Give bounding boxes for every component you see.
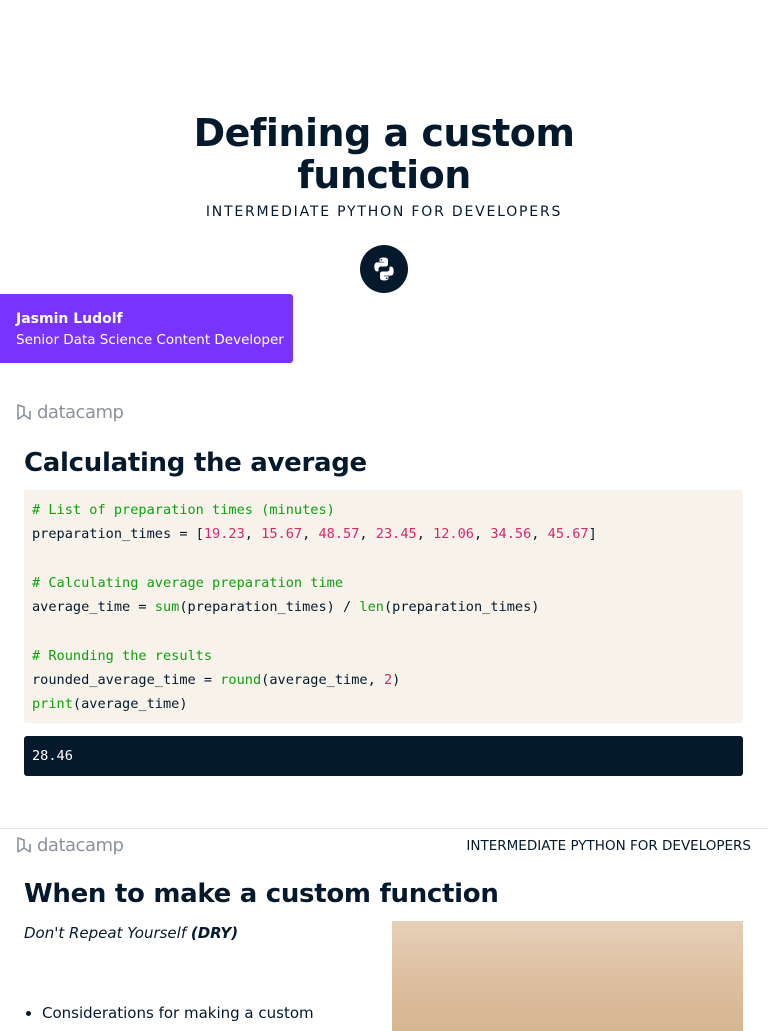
datacamp-logo-text: datacamp [37, 835, 124, 856]
datacamp-logo: datacamp [16, 835, 124, 856]
slide-heading: When to make a custom function [24, 879, 499, 909]
bullet-list: Considerations for making a custom [24, 1004, 382, 1022]
author-card: Jasmin Ludolf Senior Data Science Conten… [0, 294, 293, 363]
slide-title: Defining a custom function [0, 112, 768, 196]
code-line-list: preparation_times = [19.23, 15.67, 48.57… [32, 526, 597, 543]
code-comment: # Rounding the results [32, 647, 213, 664]
datacamp-logo-text: datacamp [37, 402, 124, 423]
title-slide: Defining a custom function INTERMEDIATE … [0, 0, 768, 392]
title-line-2: function [297, 153, 471, 197]
list-item: Considerations for making a custom [42, 1004, 382, 1022]
code-comment: # Calculating average preparation time [32, 574, 343, 591]
code-line-print: print(average_time) [32, 696, 188, 713]
slide-heading: Calculating the average [24, 448, 367, 478]
course-subtitle: INTERMEDIATE PYTHON FOR DEVELOPERS [205, 204, 563, 220]
code-line-round: rounded_average_time = round(average_tim… [32, 672, 401, 689]
datacamp-logo: datacamp [16, 402, 124, 423]
author-name: Jasmin Ludolf [16, 311, 123, 327]
code-output: 28.46 [24, 736, 743, 776]
title-line-1: Defining a custom [193, 111, 575, 155]
course-label: INTERMEDIATE PYTHON FOR DEVELOPERS [466, 838, 751, 854]
slide-photo [392, 921, 743, 1031]
dry-principle: Don't Repeat Yourself (DRY) [24, 924, 239, 942]
python-icon [360, 245, 408, 293]
author-role: Senior Data Science Content Developer [16, 332, 284, 348]
code-line-average: average_time = sum(preparation_times) / … [32, 599, 540, 616]
slide-calculating-average: datacamp Calculating the average # List … [0, 392, 768, 828]
datacamp-mark-icon [17, 836, 31, 853]
slide-when-custom-function: datacamp INTERMEDIATE PYTHON FOR DEVELOP… [0, 828, 768, 1031]
code-block: # List of preparation times (minutes) pr… [24, 490, 743, 723]
code-comment: # List of preparation times (minutes) [32, 502, 335, 518]
datacamp-mark-icon [17, 403, 31, 420]
